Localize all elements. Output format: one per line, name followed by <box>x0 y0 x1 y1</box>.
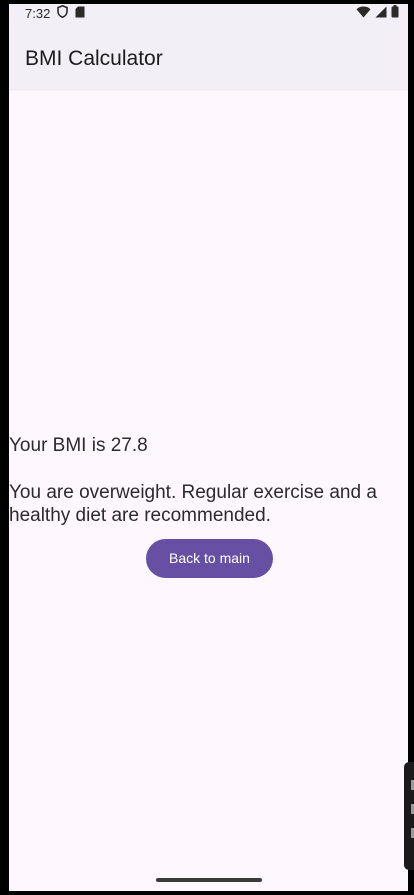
edge-panel-handle[interactable] <box>404 762 414 870</box>
cellular-signal-icon <box>375 5 387 23</box>
top-app-bar: BMI Calculator <box>9 24 408 89</box>
status-time: 7:32 <box>25 6 51 21</box>
status-right-icons <box>356 5 399 23</box>
shield-icon <box>57 4 68 23</box>
back-to-main-button[interactable]: Back to main <box>146 539 273 578</box>
wifi-icon <box>356 5 371 23</box>
device-frame: 7:32 BMI Calculator Your BMI is 27.8 You… <box>0 0 414 895</box>
app-title: BMI Calculator <box>25 47 163 70</box>
gesture-nav-handle[interactable] <box>156 878 262 882</box>
status-bar: 7:32 <box>9 4 408 24</box>
sim-card-icon <box>75 5 85 23</box>
battery-icon <box>391 5 399 23</box>
app-screen: 7:32 BMI Calculator Your BMI is 27.8 You… <box>9 4 408 891</box>
bmi-result-text: Your BMI is 27.8 <box>9 435 148 456</box>
result-content: Your BMI is 27.8 You are overweight. Reg… <box>9 89 408 889</box>
status-left-icons <box>57 4 85 23</box>
bmi-advice-text: You are overweight. Regular exercise and… <box>9 482 377 526</box>
